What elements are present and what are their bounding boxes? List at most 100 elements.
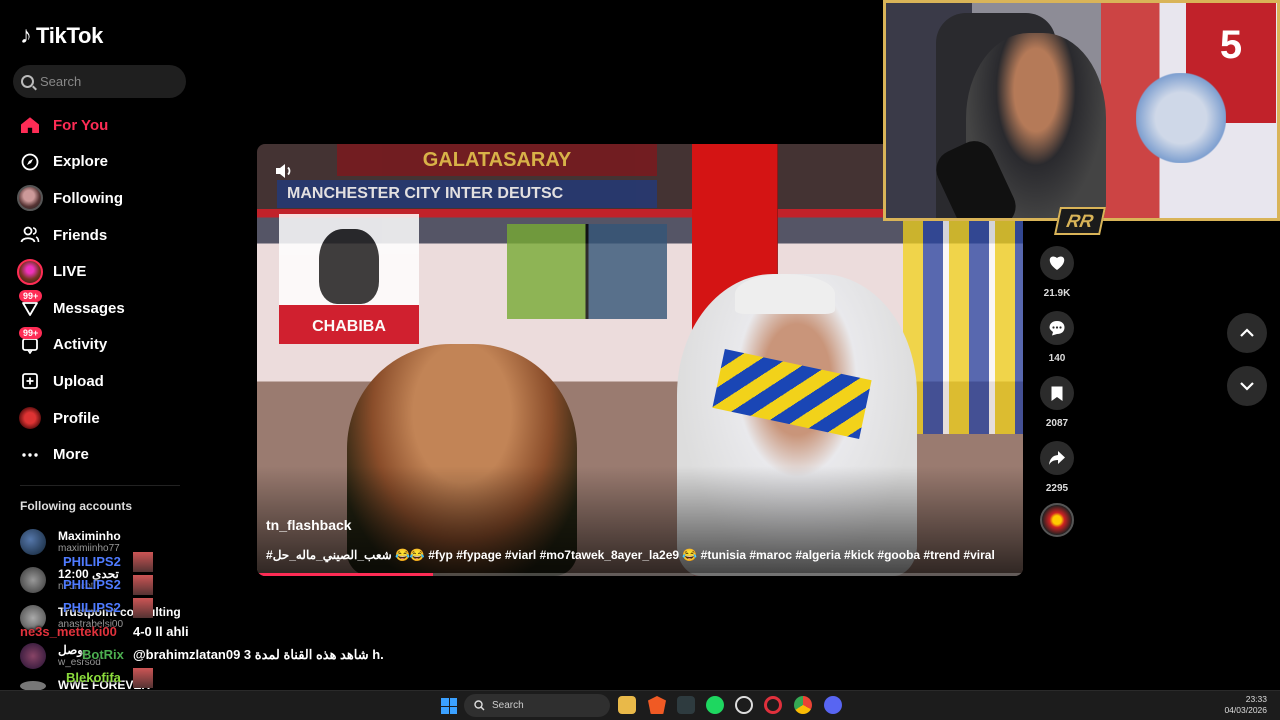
following-accounts-title: Following accounts — [20, 499, 133, 513]
brave-icon[interactable] — [648, 696, 666, 714]
nav-label: Friends — [53, 226, 108, 244]
video-author[interactable]: tn_flashback — [266, 517, 352, 533]
terminal-icon[interactable] — [677, 696, 695, 714]
comment-action[interactable]: 140 — [1037, 311, 1077, 364]
clock-date: 04/03/2026 — [1224, 705, 1267, 715]
poster-label: CHABIBA — [312, 318, 386, 335]
search-icon — [474, 700, 485, 711]
chat-username: PHILIPS2 — [63, 600, 121, 615]
video-caption: #شعب_الصيني_ماله_حل 😂😂 #fyp #fypage #via… — [266, 548, 995, 562]
file-explorer-icon[interactable] — [618, 696, 636, 714]
chrome-icon[interactable] — [794, 696, 812, 714]
nav-label: Activity — [53, 336, 108, 354]
video-background-scarves — [903, 214, 1023, 434]
share-icon — [1049, 451, 1065, 465]
chat-username: BotRix — [82, 647, 124, 662]
windows-start-icon[interactable] — [441, 698, 457, 714]
taskbar-search[interactable]: Search — [464, 694, 610, 717]
tiktok-logo[interactable]: ♪ TikTok — [20, 22, 103, 50]
chevron-down-icon — [1240, 382, 1254, 391]
profile-avatar-icon — [19, 407, 41, 430]
live-avatar-icon — [17, 258, 43, 285]
nav-item-explore[interactable]: Explore — [0, 144, 200, 181]
like-button[interactable] — [1040, 246, 1074, 280]
save-count: 2087 — [1045, 418, 1069, 429]
logo-text: TikTok — [36, 23, 104, 48]
search-placeholder: Search — [40, 74, 82, 89]
taskbar-search-label: Search — [492, 700, 524, 711]
video-progress-fill — [257, 573, 434, 576]
nav-label: Profile — [53, 409, 100, 427]
chat-username: Blekofifa — [66, 670, 121, 685]
save-button[interactable] — [1040, 376, 1074, 410]
system-clock[interactable]: 23:33 04/03/2026 — [1224, 694, 1267, 716]
search-input[interactable]: Search — [13, 65, 186, 98]
account-avatar — [20, 567, 46, 593]
comment-button[interactable] — [1040, 311, 1074, 345]
volume-icon[interactable] — [273, 160, 295, 182]
save-action[interactable]: 2087 — [1037, 376, 1077, 429]
chat-message: @brahimzlatan09 3 شاهد هذه القناة لمدة h… — [133, 647, 384, 662]
nav-item-profile[interactable]: Profile — [0, 400, 200, 437]
opera-icon[interactable] — [764, 696, 782, 714]
spotify-icon[interactable] — [706, 696, 724, 714]
home-icon — [20, 115, 40, 135]
nav-label: Messages — [53, 299, 125, 317]
discord-icon[interactable] — [824, 696, 842, 714]
chat-emote — [133, 575, 153, 595]
video-background-cards — [507, 224, 667, 319]
friends-icon — [20, 225, 40, 245]
windows-taskbar: Search 23:33 04/03/2026 — [0, 690, 1280, 720]
compass-icon — [20, 152, 40, 172]
nav-item-more[interactable]: More — [0, 436, 200, 473]
account-avatar — [20, 643, 46, 669]
nav-item-friends[interactable]: Friends — [0, 217, 200, 254]
like-count: 21.9K — [1043, 288, 1071, 299]
comment-count: 140 — [1048, 353, 1066, 364]
messages-badge: 99+ — [19, 289, 43, 302]
share-action[interactable]: 2295 — [1037, 441, 1077, 494]
video-banner: GALATASARAY — [337, 144, 657, 176]
nav-item-messages[interactable]: 99+ Messages — [0, 289, 200, 327]
nav-item-activity[interactable]: 99+ Activity — [0, 326, 200, 364]
streamer-logo: RR — [1054, 207, 1106, 235]
nav-item-live[interactable]: LIVE — [0, 253, 200, 290]
share-count: 2295 — [1045, 483, 1069, 494]
nav-label: More — [53, 446, 89, 464]
account-avatar — [20, 529, 46, 555]
nav-item-upload[interactable]: Upload — [0, 363, 200, 400]
following-account[interactable]: Maximinho maximiinho77 — [20, 529, 121, 555]
chat-username: ne3s_metteki00 — [20, 624, 117, 639]
next-video-button[interactable] — [1227, 366, 1267, 406]
chat-username: PHILIPS2 — [63, 577, 121, 592]
webcam-overlay: 5 — [883, 0, 1280, 221]
nav-item-for-you[interactable]: For You — [0, 107, 200, 144]
video-poster: CHABIBA — [279, 214, 419, 344]
like-action[interactable]: 21.9K — [1037, 246, 1077, 299]
main-nav: For You Explore Following Friends LIVE 9… — [0, 107, 200, 473]
account-username: maximiinho77 — [58, 542, 120, 554]
clock-time: 23:33 — [1245, 694, 1267, 704]
heart-icon — [1049, 256, 1065, 270]
account-name: Maximinho — [58, 528, 121, 543]
nav-label: Following — [53, 189, 123, 207]
following-avatar-icon — [17, 185, 43, 212]
bookmark-icon — [1051, 386, 1063, 401]
search-icon — [21, 75, 34, 88]
video-progress-bar[interactable] — [257, 573, 1023, 576]
nav-item-following[interactable]: Following — [0, 180, 200, 217]
account-avatar — [20, 680, 46, 691]
activity-badge: 99+ — [19, 326, 43, 339]
comment-icon — [1049, 321, 1065, 336]
share-button[interactable] — [1040, 441, 1074, 475]
divider — [20, 485, 180, 486]
nav-label: For You — [53, 116, 109, 134]
chat-emote — [133, 552, 153, 572]
video-banner: MANCHESTER CITY INTER DEUTSC — [277, 180, 657, 208]
chat-message: 4-0 ll ahli — [133, 624, 189, 639]
more-icon — [20, 445, 40, 465]
music-disc-icon[interactable] — [1040, 503, 1074, 537]
chat-emote — [133, 668, 153, 688]
app-icon[interactable] — [735, 696, 753, 714]
previous-video-button[interactable] — [1227, 313, 1267, 353]
